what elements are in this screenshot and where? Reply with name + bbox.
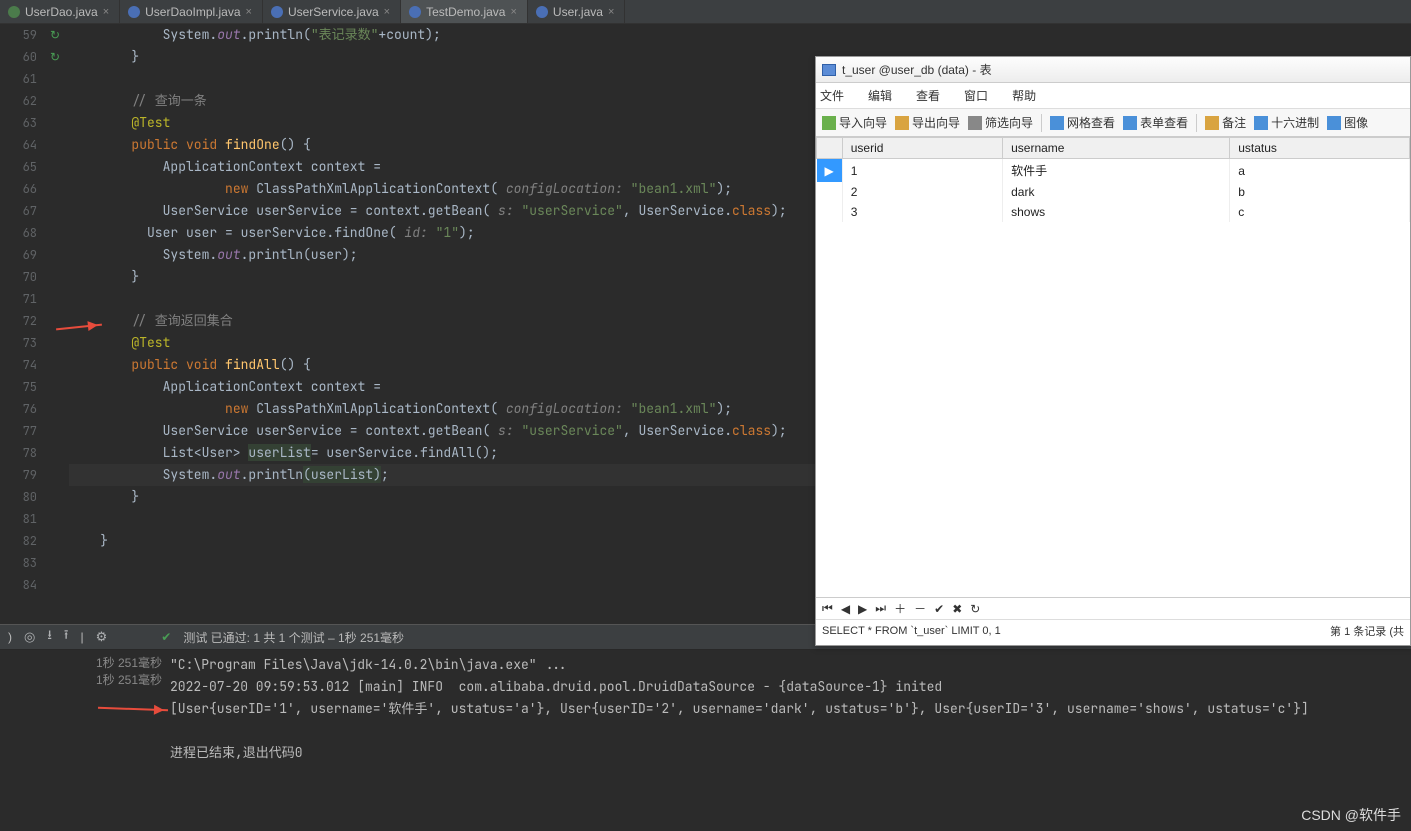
tool-icon <box>822 116 836 130</box>
db-menu-item[interactable]: 编辑 <box>868 87 892 104</box>
collapse-icon[interactable]: ⭳ <box>47 626 52 648</box>
test-pass-icon: ✔ <box>161 630 171 644</box>
nav-button[interactable]: ✔ <box>934 602 944 616</box>
db-col-header[interactable]: username <box>1003 138 1230 159</box>
db-menu-item[interactable]: 帮助 <box>1012 87 1036 104</box>
tool-icon <box>1327 116 1341 130</box>
db-tool-button[interactable]: 筛选向导 <box>968 114 1033 131</box>
db-tool-button[interactable]: 导出向导 <box>895 114 960 131</box>
file-icon <box>409 6 421 18</box>
tool-icon <box>895 116 909 130</box>
gutter-marks: ↻↻ <box>45 24 65 624</box>
tab-label: UserDaoImpl.java <box>145 5 240 19</box>
editor-tabs: UserDao.java×UserDaoImpl.java×UserServic… <box>0 0 1411 24</box>
tool-icon <box>1254 116 1268 130</box>
db-record-nav[interactable]: ⏮ ◀ ▶ ⏭ ＋ － ✔ ✖ ↻ <box>816 597 1410 619</box>
db-titlebar[interactable]: t_user @user_db (data) - 表 <box>816 57 1410 83</box>
db-record-count: 第 1 条记录 (共 <box>1330 623 1404 639</box>
editor-tab[interactable]: UserDaoImpl.java × <box>120 0 263 23</box>
file-icon <box>271 6 283 18</box>
editor-tab[interactable]: TestDemo.java × <box>401 0 528 23</box>
close-icon[interactable]: × <box>510 6 516 18</box>
db-statusbar: SELECT * FROM `t_user` LIMIT 0, 1 第 1 条记… <box>816 619 1410 641</box>
nav-button[interactable]: ⏮ <box>822 601 833 616</box>
db-tool-button[interactable]: 十六进制 <box>1254 114 1319 131</box>
line-gutter: 5960616263646566676869707172737475767778… <box>0 24 45 624</box>
console-timing: 1秒 251毫秒1秒 251毫秒 <box>0 650 170 830</box>
file-icon <box>128 6 140 18</box>
db-sql-text: SELECT * FROM `t_user` LIMIT 0, 1 <box>822 625 1001 637</box>
editor-tab[interactable]: UserService.java × <box>263 0 401 23</box>
db-tool-button[interactable]: 图像 <box>1327 114 1368 131</box>
nav-button[interactable]: ↻ <box>970 602 980 616</box>
nav-button[interactable]: ＋ <box>894 600 906 617</box>
db-title-text: t_user @user_db (data) - 表 <box>842 61 992 78</box>
tool-icon <box>968 116 982 130</box>
db-grid[interactable]: useridusernameustatus▶1软件手a2darkb3showsc <box>816 137 1410 597</box>
editor-tab[interactable]: UserDao.java × <box>0 0 120 23</box>
close-icon[interactable]: × <box>103 6 109 18</box>
nav-button[interactable]: ▶ <box>858 602 867 616</box>
db-toolbar[interactable]: 导入向导导出向导筛选向导网格查看表单查看备注十六进制图像 <box>816 109 1410 137</box>
console-panel: 1秒 251毫秒1秒 251毫秒 "C:\Program Files\Java\… <box>0 650 1411 830</box>
db-tool-button[interactable]: 备注 <box>1205 114 1246 131</box>
console-output[interactable]: "C:\Program Files\Java\jdk-14.0.2\bin\ja… <box>170 650 1411 830</box>
expand-icon[interactable]: ⭱ <box>64 626 69 648</box>
db-tool-button[interactable]: 表单查看 <box>1123 114 1188 131</box>
db-viewer-window[interactable]: t_user @user_db (data) - 表 文件 编辑 查看 窗口 帮助 导入… <box>815 56 1411 646</box>
file-icon <box>8 6 20 18</box>
db-tool-button[interactable]: 导入向导 <box>822 114 887 131</box>
table-row[interactable]: 3showsc <box>817 202 1410 222</box>
nav-button[interactable]: ◀ <box>841 602 850 616</box>
tab-label: UserDao.java <box>25 5 98 19</box>
table-row[interactable]: 2darkb <box>817 182 1410 202</box>
tool-icon <box>1123 116 1137 130</box>
close-icon[interactable]: × <box>246 6 252 18</box>
db-menu-item[interactable]: 查看 <box>916 87 940 104</box>
tool-icon <box>1050 116 1064 130</box>
tool-icon <box>1205 116 1219 130</box>
file-icon <box>536 6 548 18</box>
watermark: CSDN @软件手 <box>1301 805 1401 825</box>
close-tool-icon[interactable]: ) <box>8 630 12 644</box>
target-icon[interactable]: ◎ <box>24 629 35 645</box>
db-menu-item[interactable]: 窗口 <box>964 87 988 104</box>
close-icon[interactable]: × <box>608 6 614 18</box>
nav-button[interactable]: ✖ <box>952 602 962 616</box>
db-menubar[interactable]: 文件 编辑 查看 窗口 帮助 <box>816 83 1410 109</box>
close-icon[interactable]: × <box>384 6 390 18</box>
tab-label: UserService.java <box>288 5 379 19</box>
test-status-text: 测试 已通过: 1 共 1 个测试 – 1秒 251毫秒 <box>183 629 404 646</box>
table-icon <box>822 64 836 76</box>
nav-button[interactable]: ⏭ <box>875 601 886 616</box>
tab-label: TestDemo.java <box>426 5 505 19</box>
db-menu-item[interactable]: 文件 <box>820 87 844 104</box>
db-col-header[interactable]: ustatus <box>1230 138 1410 159</box>
db-col-header[interactable]: userid <box>842 138 1002 159</box>
table-row[interactable]: ▶1软件手a <box>817 159 1410 183</box>
editor-tab[interactable]: User.java × <box>528 0 625 23</box>
settings-icon[interactable]: ⚙ <box>96 629 108 645</box>
tab-label: User.java <box>553 5 603 19</box>
db-tool-button[interactable]: 网格查看 <box>1050 114 1115 131</box>
nav-button[interactable]: － <box>914 600 926 617</box>
